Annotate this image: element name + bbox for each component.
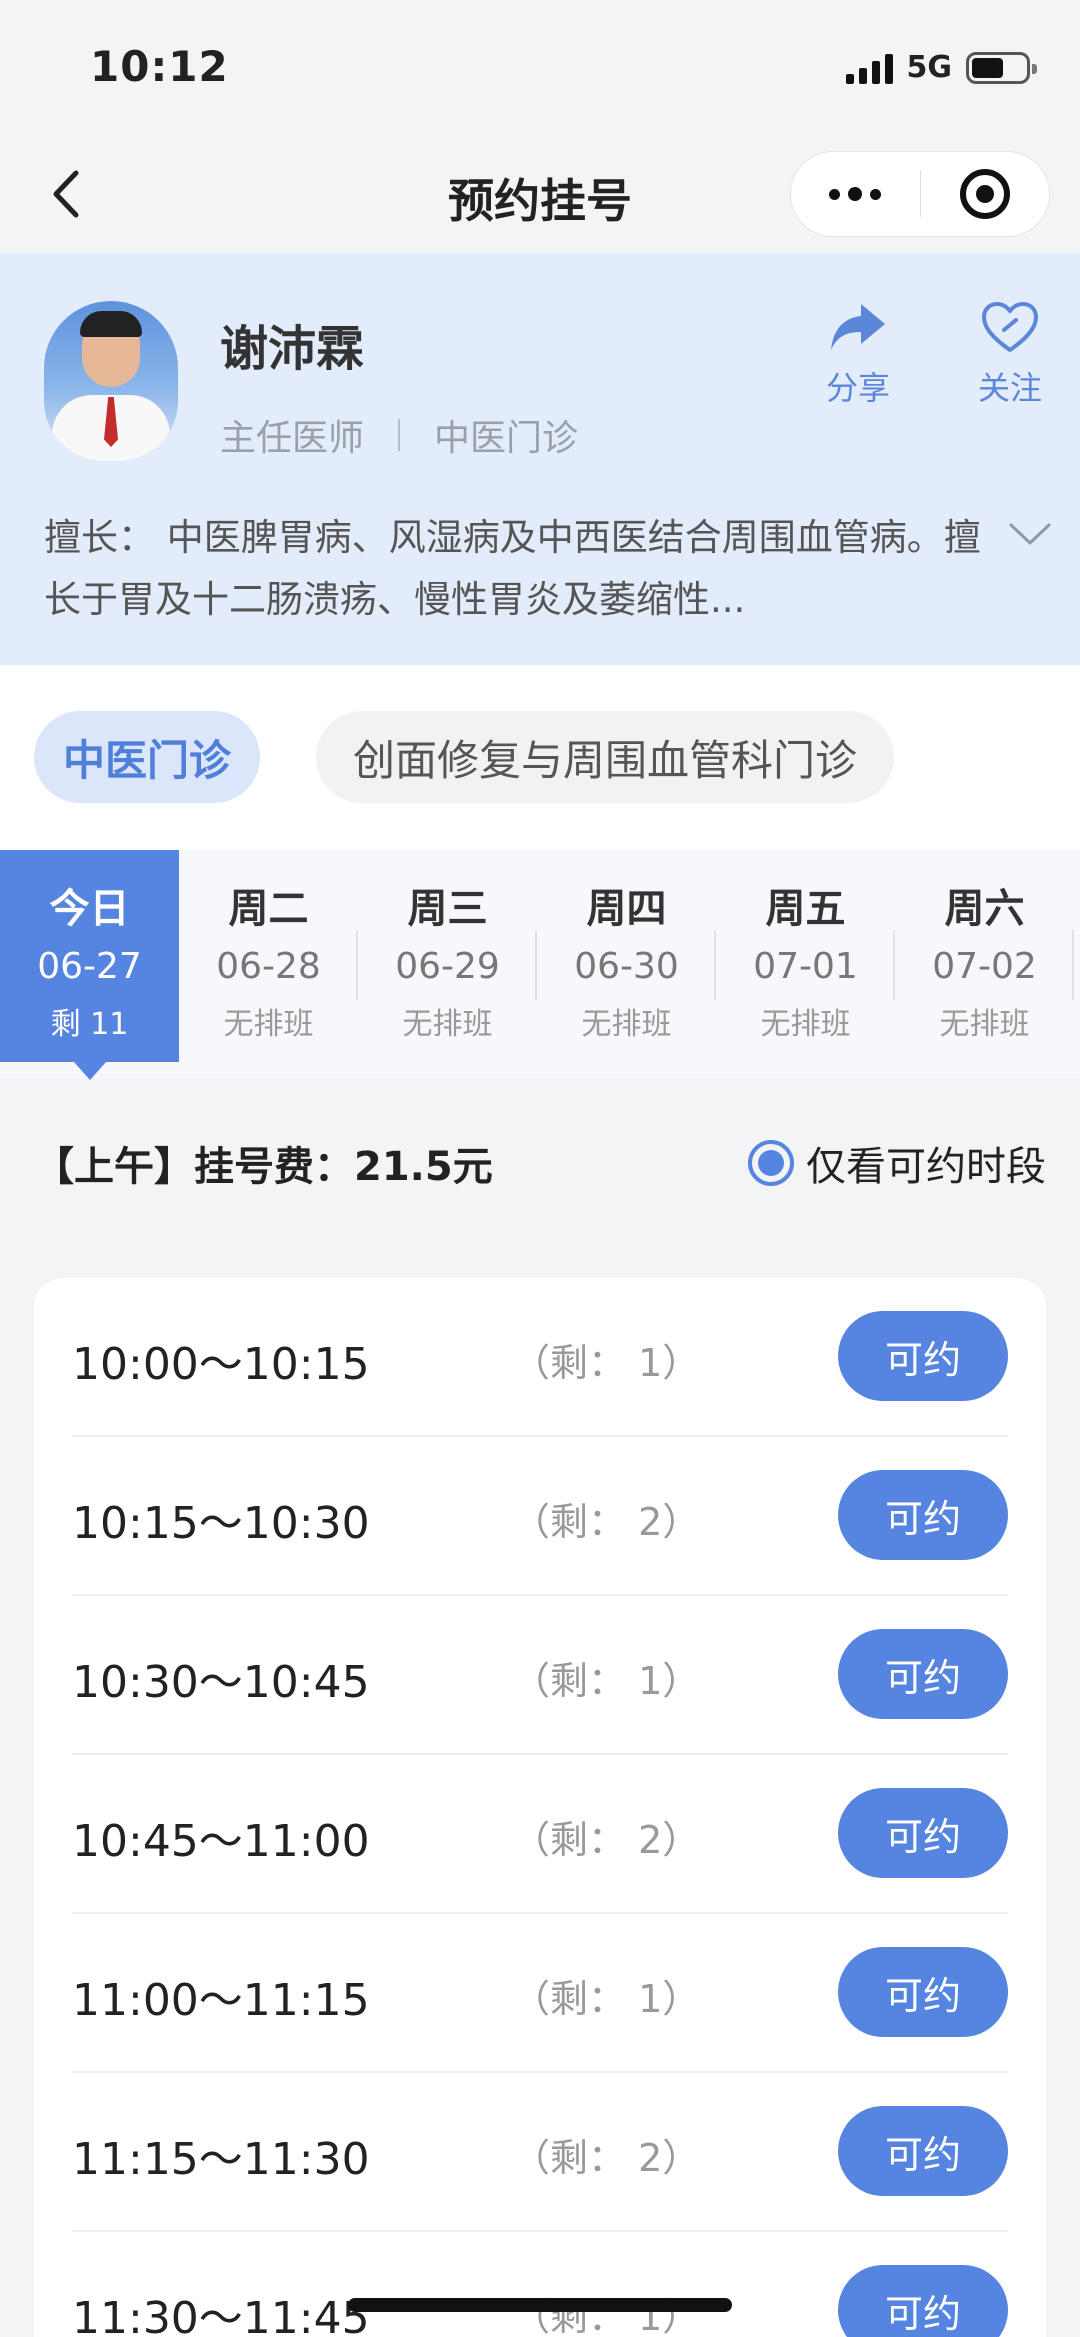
heart-icon bbox=[955, 297, 1065, 359]
slot-remaining: （剩： 1） bbox=[512, 1341, 701, 1385]
slot-row: 11:30～11:45 （剩： 1） 可约 bbox=[72, 2232, 1008, 2337]
slot-time: 10:30～10:45 bbox=[72, 1657, 370, 1708]
slot-row: 10:30～10:45 （剩： 1） 可约 bbox=[72, 1596, 1008, 1755]
doctor-meta: 主任医师 中医门诊 bbox=[220, 409, 578, 461]
status-indicators: 5G bbox=[845, 50, 1037, 85]
doctor-department: 中医门诊 bbox=[434, 418, 579, 459]
tab-tcm-clinic[interactable]: 中医门诊 bbox=[34, 711, 260, 803]
session-fee: 【上午】挂号费：21.5元 bbox=[34, 1144, 493, 1190]
slot-remaining: （剩： 2） bbox=[512, 1500, 701, 1544]
slot-time: 11:00～11:15 bbox=[72, 1975, 370, 2026]
date-status: 无排班 bbox=[760, 1007, 851, 1042]
date-status: 无排班 bbox=[581, 1007, 672, 1042]
doctor-name: 谢沛霖 bbox=[220, 321, 365, 377]
share-icon bbox=[803, 297, 913, 359]
mini-program-capsule bbox=[790, 151, 1050, 237]
more-icon[interactable] bbox=[791, 152, 920, 236]
date-weekday: 今日 bbox=[49, 886, 130, 932]
date-status: 无排班 bbox=[402, 1007, 493, 1042]
slot-time: 11:15～11:30 bbox=[72, 2134, 370, 2185]
date-weekday: 周三 bbox=[407, 886, 488, 932]
slot-row: 10:15～10:30 （剩： 2） 可约 bbox=[72, 1437, 1008, 1596]
date-weekday: 周五 bbox=[765, 886, 846, 932]
doctor-title: 主任医师 bbox=[220, 418, 365, 459]
date-tab[interactable]: 周三 06-29 无排班 bbox=[358, 850, 537, 1062]
slot-remaining: （剩： 2） bbox=[512, 1818, 701, 1862]
date-tab[interactable]: 周四 06-30 无排班 bbox=[537, 850, 716, 1062]
slot-remaining: （剩： 1） bbox=[512, 1977, 701, 2021]
doctor-card: 谢沛霖 主任医师 中医门诊 分享 关注 擅长： 中医脾胃病、风湿病及中西医结合周… bbox=[0, 253, 1080, 665]
doctor-specialty: 擅长： 中医脾胃病、风湿病及中西医结合周围血管病。擅长于胃及十二肠溃疡、慢性胃炎… bbox=[44, 516, 981, 621]
battery-icon bbox=[966, 51, 1037, 84]
follow-label: 关注 bbox=[977, 369, 1042, 407]
date-status: 剩 11 bbox=[50, 1007, 129, 1042]
date-weekday: 周六 bbox=[944, 886, 1025, 932]
slot-row: 10:00～10:15 （剩： 1） 可约 bbox=[72, 1278, 1008, 1437]
book-button[interactable]: 可约 bbox=[838, 1629, 1008, 1719]
slot-row: 10:45～11:00 （剩： 2） 可约 bbox=[72, 1755, 1008, 1914]
slot-row: 11:00～11:15 （剩： 1） 可约 bbox=[72, 1914, 1008, 2073]
network-type: 5G bbox=[906, 50, 953, 85]
slot-time: 10:15～10:30 bbox=[72, 1498, 370, 1549]
session-header: 【上午】挂号费：21.5元 仅看可约时段 bbox=[0, 1078, 1080, 1278]
only-available-label: 仅看可约时段 bbox=[806, 1144, 1046, 1190]
date-tab[interactable]: 今日 06-27 剩 11 bbox=[0, 850, 179, 1080]
slot-row: 11:15～11:30 （剩： 2） 可约 bbox=[72, 2073, 1008, 2232]
slot-remaining: （剩： 1） bbox=[512, 1659, 701, 1703]
date-tab[interactable]: 周六 07-02 无排班 bbox=[895, 850, 1074, 1062]
date-value: 06-27 bbox=[37, 946, 142, 987]
date-tab[interactable]: 周二 06-28 无排班 bbox=[179, 850, 358, 1062]
tab-wound-vascular-clinic[interactable]: 创面修复与周围血管科门诊 bbox=[316, 711, 894, 803]
radio-checked-icon bbox=[748, 1140, 794, 1186]
doctor-avatar bbox=[44, 301, 178, 461]
nav-bar: 预约挂号 bbox=[0, 135, 1080, 253]
date-value: 06-28 bbox=[216, 946, 321, 987]
book-button[interactable]: 可约 bbox=[838, 1788, 1008, 1878]
only-available-toggle[interactable]: 仅看可约时段 bbox=[748, 1134, 1046, 1192]
slot-list: 10:00～10:15 （剩： 1） 可约 10:15～10:30 （剩： 2）… bbox=[34, 1278, 1046, 2337]
slot-time: 10:45～11:00 bbox=[72, 1816, 370, 1867]
date-weekday: 周四 bbox=[586, 886, 667, 932]
date-status: 无排班 bbox=[939, 1007, 1030, 1042]
share-label: 分享 bbox=[825, 369, 890, 407]
date-value: 06-30 bbox=[574, 946, 679, 987]
status-time: 10:12 bbox=[90, 42, 229, 91]
date-selector: 今日 06-27 剩 11 周二 06-28 无排班 周三 06-29 无排班 … bbox=[0, 850, 1080, 1080]
book-button[interactable]: 可约 bbox=[838, 2106, 1008, 2196]
book-button[interactable]: 可约 bbox=[838, 1311, 1008, 1401]
follow-button[interactable]: 关注 bbox=[955, 297, 1065, 409]
book-button[interactable]: 可约 bbox=[838, 1947, 1008, 2037]
slot-time: 10:00～10:15 bbox=[72, 1339, 370, 1390]
date-tab[interactable]: 周五 07-01 无排班 bbox=[716, 850, 895, 1062]
meta-divider bbox=[398, 419, 401, 451]
signal-icon bbox=[845, 52, 893, 84]
slot-time: 11:30～11:45 bbox=[72, 2293, 370, 2337]
status-bar: 10:12 5G bbox=[0, 0, 1080, 135]
date-status: 无排班 bbox=[223, 1007, 314, 1042]
clinic-tabs: 中医门诊 创面修复与周围血管科门诊 bbox=[0, 665, 1080, 850]
book-button[interactable]: 可约 bbox=[838, 1470, 1008, 1560]
date-weekday: 周二 bbox=[228, 886, 309, 932]
close-target-icon[interactable] bbox=[921, 152, 1050, 236]
chevron-down-icon[interactable] bbox=[1005, 515, 1055, 555]
date-value: 07-02 bbox=[932, 946, 1037, 987]
date-value: 07-01 bbox=[753, 946, 858, 987]
share-button[interactable]: 分享 bbox=[803, 297, 913, 409]
date-divider bbox=[1072, 930, 1074, 1000]
book-button[interactable]: 可约 bbox=[838, 2265, 1008, 2337]
date-value: 06-29 bbox=[395, 946, 500, 987]
home-indicator[interactable] bbox=[348, 2298, 732, 2312]
slot-remaining: （剩： 2） bbox=[512, 2136, 701, 2180]
